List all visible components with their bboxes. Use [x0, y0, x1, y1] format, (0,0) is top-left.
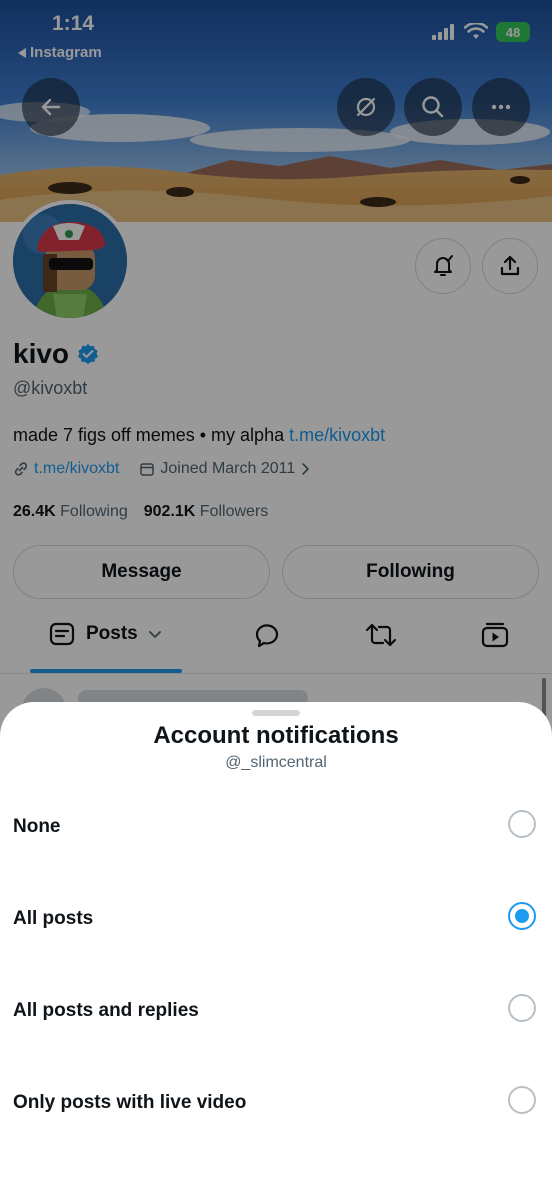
option-live-video[interactable]: Only posts with live video — [0, 1072, 552, 1132]
radio-selected[interactable] — [508, 902, 536, 930]
option-all-posts[interactable]: All posts — [0, 888, 552, 948]
radio-unselected[interactable] — [508, 810, 536, 838]
sheet-grabber[interactable] — [252, 710, 300, 716]
option-label: All posts — [13, 908, 94, 929]
account-notifications-sheet: Account notifications @_slimcentral None… — [0, 702, 552, 1194]
radio-dot — [515, 909, 529, 923]
sheet-subtitle: @_slimcentral — [225, 754, 327, 771]
option-all-posts-and-replies[interactable]: All posts and replies — [0, 980, 552, 1040]
option-label: None — [13, 816, 61, 837]
sheet-title: Account notifications — [153, 722, 399, 749]
screen: 1:14 Instagram 48 kivo @kivoxbt made 7 f… — [0, 0, 552, 1194]
option-label: Only posts with live video — [13, 1092, 247, 1113]
option-label: All posts and replies — [13, 1000, 199, 1021]
option-none[interactable]: None — [0, 796, 552, 856]
radio-unselected[interactable] — [508, 994, 536, 1022]
radio-unselected[interactable] — [508, 1086, 536, 1114]
